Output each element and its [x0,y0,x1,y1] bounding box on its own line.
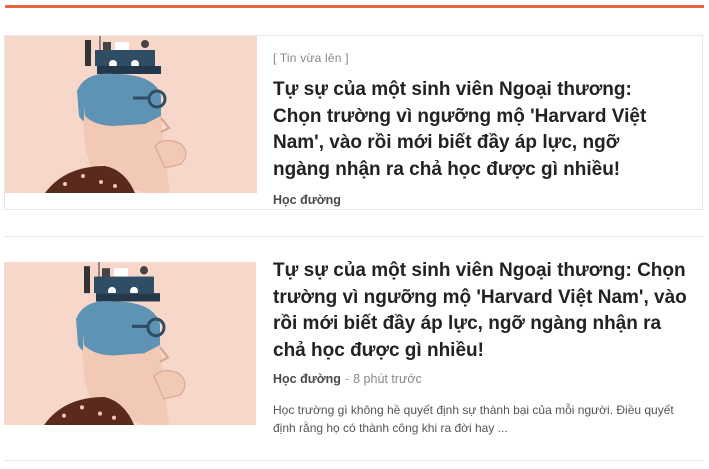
meta-separator: - [344,372,350,386]
divider [4,460,704,461]
top-accent-bar [5,5,704,8]
article-category-link[interactable]: Học đường [273,193,341,207]
article-title-link[interactable]: Tự sự của một sinh viên Ngoại thương: Ch… [273,258,698,364]
article-title-link[interactable]: Tự sự của một sinh viên Ngoại thương: Ch… [273,77,673,183]
divider [4,236,704,237]
article-excerpt: Học trường gì không hề quyết định sự thà… [273,403,674,435]
article-thumbnail[interactable] [4,262,256,425]
article-category-link[interactable]: Học đường [273,372,341,386]
student-head-illustration-icon [5,36,257,193]
article-tag: [ Tin vừa lên ] [273,51,349,65]
article-time: 8 phút trước [353,372,422,386]
article-card-featured[interactable]: [ Tin vừa lên ] Tự sự của một sinh viên … [4,35,703,210]
article-meta: Học đường -8 phút trước [273,372,422,386]
student-head-illustration-icon [4,262,256,425]
article-thumbnail[interactable] [5,36,257,193]
